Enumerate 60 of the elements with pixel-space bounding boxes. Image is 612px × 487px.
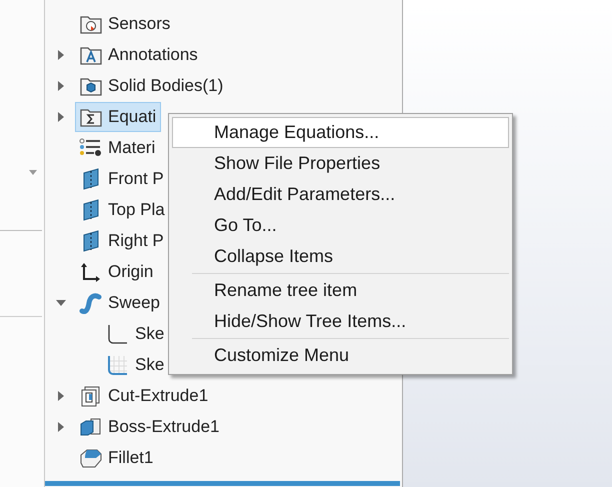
menu-item[interactable]: Hide/Show Tree Items... (172, 306, 509, 337)
tree-item-label: Fillet1 (108, 446, 154, 469)
tree-item[interactable]: Ske (102, 318, 170, 348)
tree-item[interactable]: Fillet1 (75, 442, 158, 472)
folder-icon (80, 106, 102, 126)
tree-item[interactable]: Front P (75, 164, 169, 194)
tree-item-label: Solid Bodies(1) (108, 74, 224, 97)
plane-icon (81, 230, 101, 252)
tree-item[interactable]: Solid Bodies(1) (75, 70, 228, 100)
expand-arrow-icon[interactable] (58, 50, 64, 60)
menu-item[interactable]: Collapse Items (172, 241, 509, 272)
dropdown-caret-icon[interactable] (29, 170, 37, 175)
menu-item[interactable]: Customize Menu (172, 340, 509, 371)
plane-icon (81, 198, 101, 220)
sweep-icon (79, 292, 103, 314)
tree-item[interactable]: Boss-Extrude1 (75, 412, 224, 442)
tree-item-label: Equati (108, 106, 156, 128)
boss-extrude-icon (79, 416, 103, 438)
sketch-icon (107, 322, 129, 344)
tree-item[interactable]: Equati (75, 102, 162, 132)
expand-arrow-icon[interactable] (58, 390, 64, 400)
tree-item[interactable]: Cut-Extrude1 (75, 380, 214, 410)
plane-icon (81, 168, 101, 190)
axes-icon (80, 260, 102, 282)
tree-item[interactable]: Materi (75, 132, 160, 162)
material-icon (79, 138, 103, 158)
fillet-icon (79, 446, 103, 468)
expand-arrow-icon[interactable] (58, 80, 64, 90)
tree-item-label: Sweep (108, 292, 160, 314)
tree-item-label: Ske (135, 322, 164, 345)
tree-item-label: Top Pla (108, 198, 165, 221)
tree-item[interactable]: Sensors (75, 8, 176, 38)
tree-item-label: Cut-Extrude1 (108, 384, 208, 407)
grid-sketch-icon (107, 354, 129, 376)
folder-icon (80, 14, 102, 34)
menu-item[interactable]: Rename tree item (172, 275, 509, 306)
expand-arrow-icon[interactable] (58, 112, 64, 122)
tree-item-label: Right P (108, 230, 164, 252)
tree-item-label: Origin (108, 260, 154, 283)
tree-item-label: Materi (108, 136, 156, 159)
cut-extrude-icon (80, 384, 102, 406)
menu-item[interactable]: Manage Equations... (172, 117, 509, 148)
tree-item[interactable]: Top Pla (75, 194, 170, 224)
collapse-arrow-icon[interactable] (56, 300, 66, 306)
tree-item[interactable]: Ske (102, 350, 170, 380)
tree-item[interactable]: Sweep (75, 288, 165, 318)
folder-icon (80, 76, 102, 96)
menu-item[interactable]: Go To... (172, 210, 509, 241)
tree-item-label: Annotations (108, 44, 198, 66)
tree-item-label: Ske (135, 354, 164, 376)
expand-arrow-icon[interactable] (58, 422, 64, 432)
tree-item-label: Front P (108, 168, 164, 190)
menu-item[interactable]: Show File Properties (172, 148, 509, 179)
tree-item[interactable]: Annotations (75, 40, 203, 70)
tree-item-label: Sensors (108, 12, 170, 35)
folder-icon (80, 44, 102, 64)
tree-item[interactable]: Origin (75, 256, 158, 286)
tree-item[interactable]: Right P (75, 226, 169, 256)
tree-item-label: Boss-Extrude1 (108, 416, 220, 438)
menu-item[interactable]: Add/Edit Parameters... (172, 179, 509, 210)
